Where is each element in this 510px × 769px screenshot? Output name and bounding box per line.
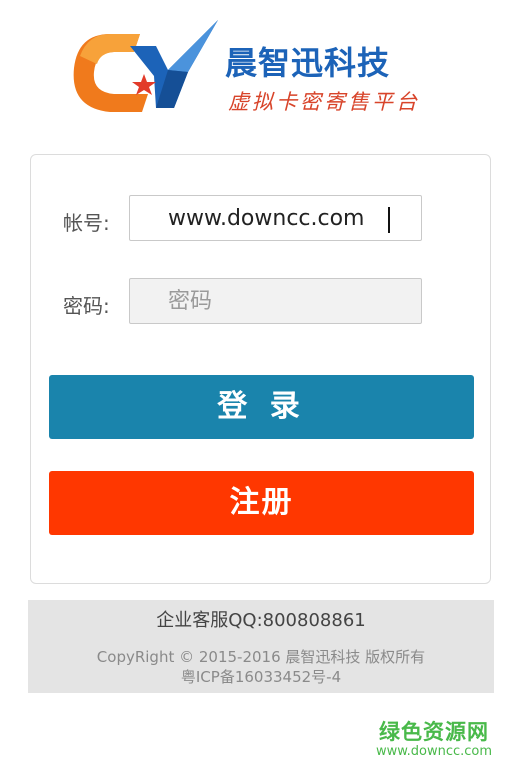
watermark-url: www.downcc.com [375,744,493,759]
cx-logo-icon [73,20,218,112]
account-label: 帐号: [63,211,110,235]
footer: 企业客服QQ:800808861 CopyRight © 2015-2016 晨… [28,600,494,693]
password-label: 密码: [63,294,110,318]
text-caret [388,207,390,233]
customer-service-qq: 企业客服QQ:800808861 [156,610,366,631]
login-button[interactable]: 登 录 [49,375,474,439]
icp-license: 粤ICP备16033452号-4 [180,668,342,686]
password-input[interactable] [129,278,422,324]
register-button[interactable]: 注册 [49,471,474,535]
login-card: 帐号: 密码: 登 录 注册 [30,154,491,584]
copyright-text: CopyRight © 2015-2016 晨智迅科技 版权所有 [96,648,426,666]
brand-logo: 晨智迅科技 虚拟卡密寄售平台 [70,16,450,126]
brand-slogan: 虚拟卡密寄售平台 [228,90,420,114]
site-watermark: 绿色资源网 www.downcc.com [374,716,494,759]
brand-name: 晨智迅科技 [225,44,391,82]
watermark-title: 绿色资源网 [379,720,489,744]
account-input[interactable] [129,195,422,241]
